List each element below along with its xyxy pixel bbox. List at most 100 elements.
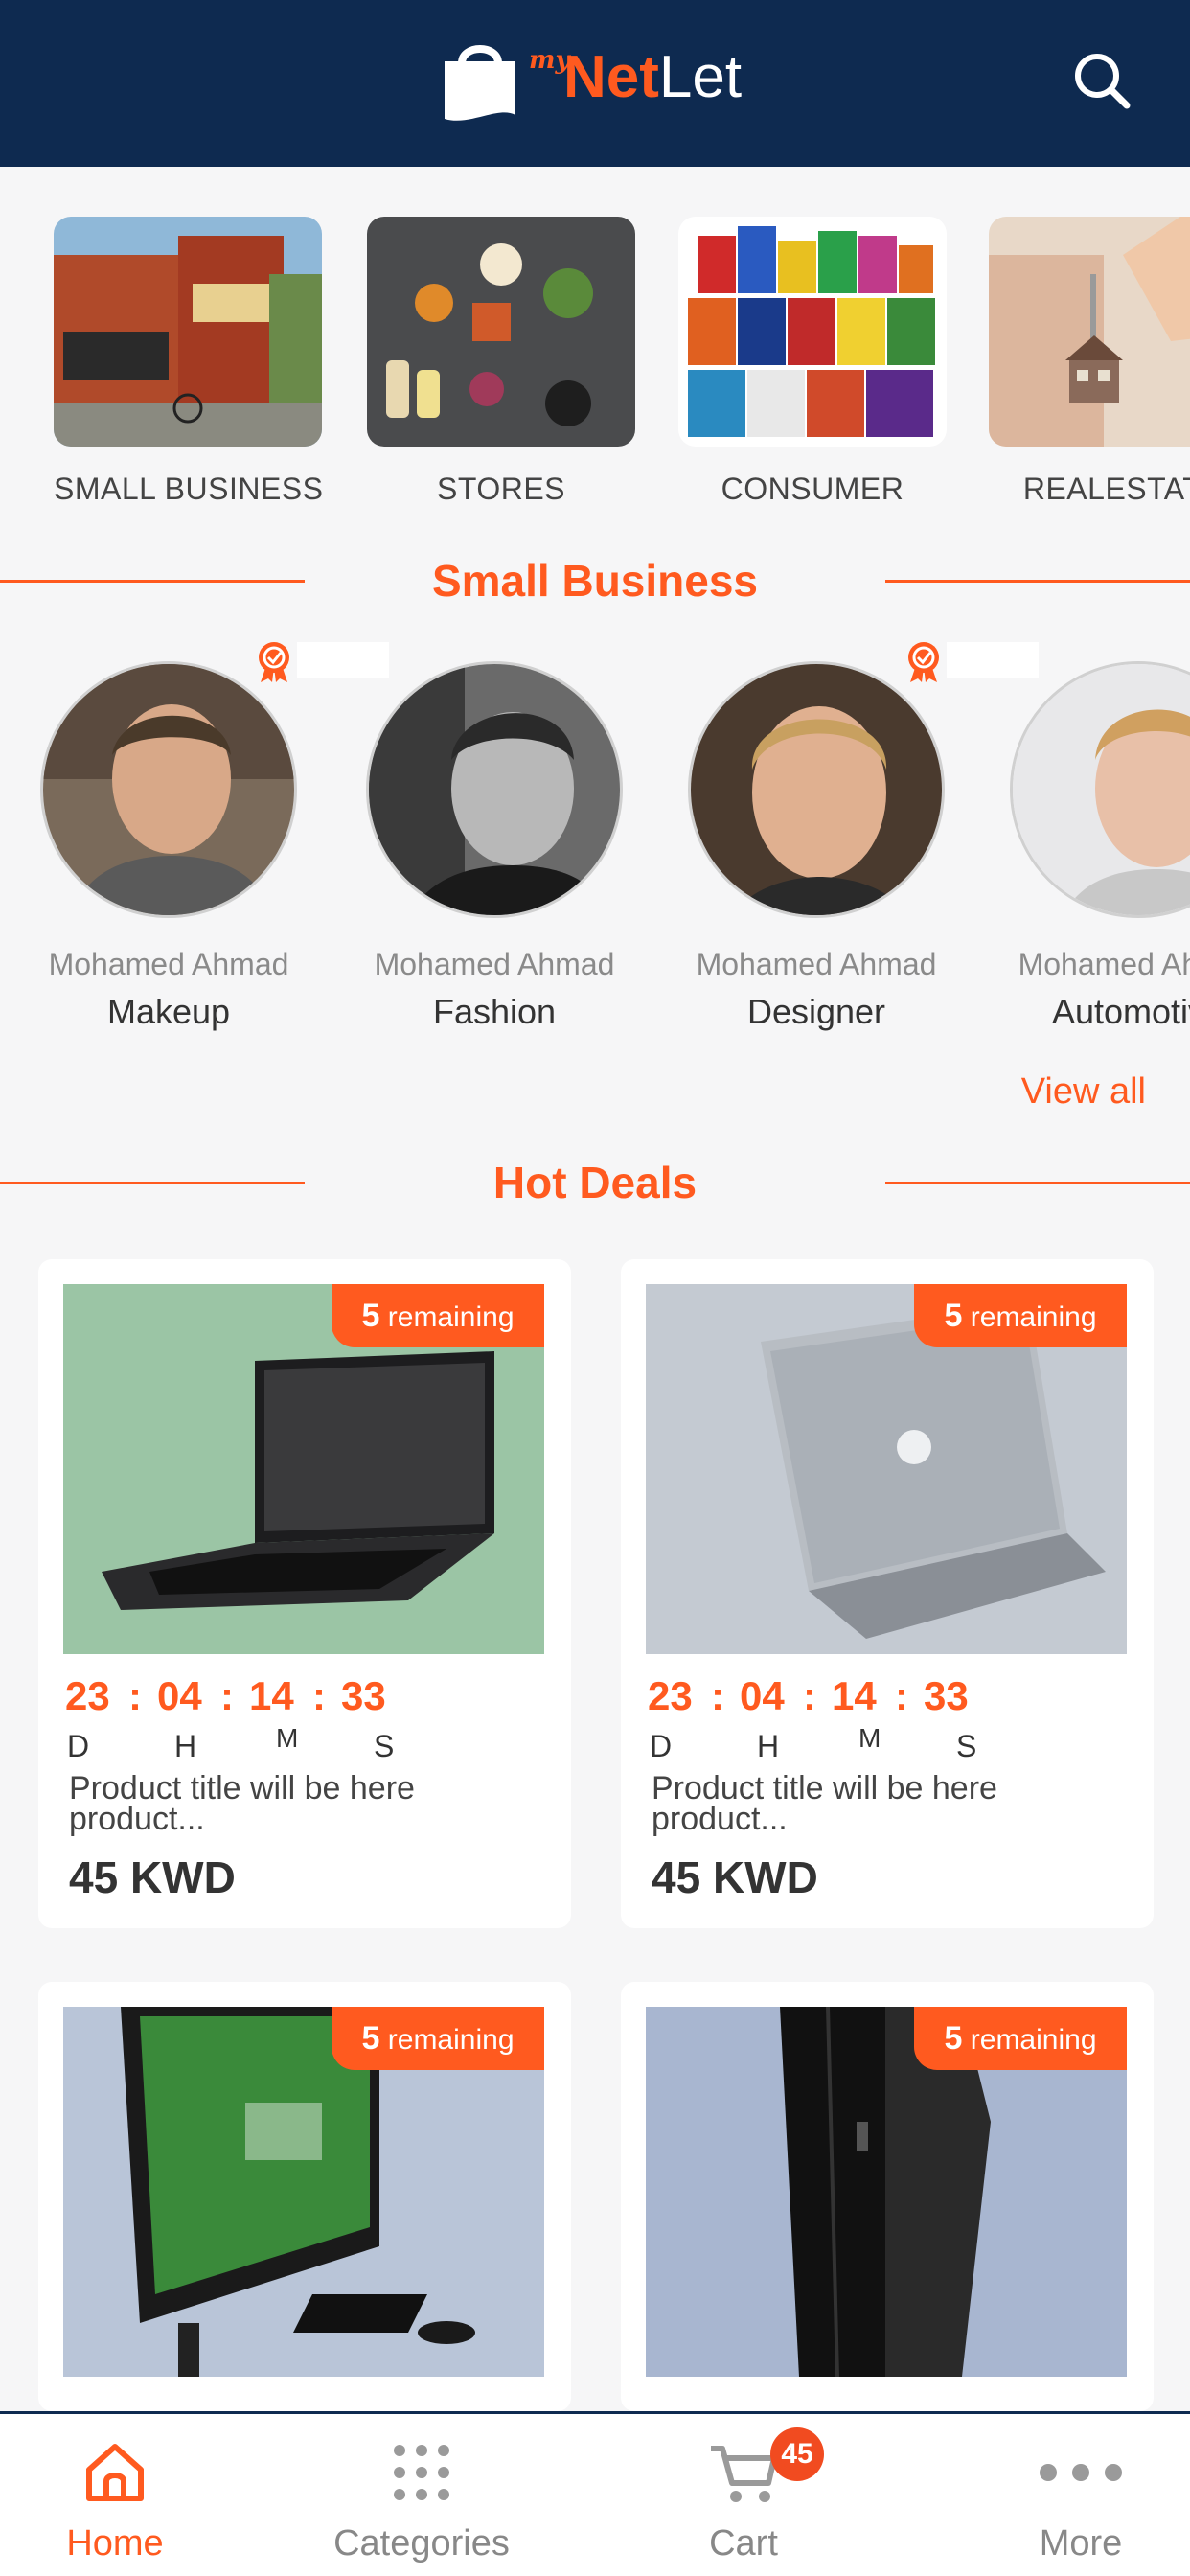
- small-business-title: Small Business: [431, 556, 759, 606]
- nav-categories[interactable]: Categories: [307, 2414, 537, 2576]
- remaining-label: remaining: [970, 2024, 1097, 2056]
- divider-line: [885, 1182, 1190, 1184]
- divider-line: [0, 580, 305, 583]
- view-all-link[interactable]: View all: [1021, 1071, 1146, 1113]
- business-category: Makeup: [106, 992, 231, 1031]
- netlet-logo: my NetLet: [441, 38, 767, 130]
- verified-ribbon-icon: [259, 642, 289, 682]
- cart-icon: [711, 2446, 777, 2502]
- category-carousel[interactable]: SMALL BUSINESS STORES CONSUMER REALESTA: [0, 217, 1190, 514]
- stores-thumbnail: [367, 217, 635, 447]
- remaining-badge: 5 remaining: [914, 2007, 1127, 2070]
- timer-days: 23: [648, 1673, 693, 1718]
- category-small-business[interactable]: SMALL BUSINESS: [54, 217, 324, 507]
- remaining-label: remaining: [387, 1301, 515, 1333]
- remaining-label: remaining: [387, 2024, 515, 2056]
- unit-seconds: S: [956, 1729, 977, 1763]
- deal-card[interactable]: 5 remaining: [621, 1982, 1154, 2411]
- logo-let: Let: [658, 44, 743, 110]
- remaining-badge: 5 remaining: [914, 1284, 1127, 1347]
- remaining-badge: 5 remaining: [332, 2007, 544, 2070]
- logo-wordmark: NetLet: [563, 48, 742, 107]
- timer-minutes: 14: [249, 1673, 294, 1718]
- small-business-section-header: Small Business: [0, 552, 1190, 610]
- category-label: SMALL BUSINESS: [54, 472, 324, 506]
- business-category: Designer: [746, 992, 886, 1031]
- shopping-bag-icon: [445, 45, 515, 121]
- unit-seconds: S: [374, 1729, 395, 1763]
- remaining-count: 5: [944, 1298, 963, 1334]
- business-profile-card[interactable]: Mohamed Ahmad Automotive: [995, 642, 1190, 1032]
- category-realestate[interactable]: REALESTATE: [989, 217, 1190, 507]
- avatar: [688, 661, 945, 918]
- deal-card[interactable]: 5 remaining 23:04:14:33 D H M S Product …: [38, 1259, 571, 1928]
- divider-line: [885, 580, 1190, 583]
- bottom-navigation: Home Categories 45 Cart More: [0, 2411, 1190, 2576]
- home-icon: [86, 2444, 144, 2501]
- business-profile-card[interactable]: Mohamed Ahmad Makeup: [25, 642, 389, 1032]
- business-owner-name: Mohamed Ahmad: [1018, 947, 1190, 981]
- avatar: [40, 661, 297, 918]
- remaining-count: 5: [361, 2020, 380, 2057]
- timer-seconds: 33: [924, 1673, 969, 1718]
- nav-cart-label: Cart: [709, 2523, 778, 2564]
- unit-hours: H: [174, 1729, 197, 1763]
- product-image: 5 remaining: [646, 1284, 1127, 1654]
- category-label: CONSUMER: [721, 472, 904, 506]
- verified-ribbon-icon: [908, 642, 939, 682]
- business-category: Automotive: [1051, 992, 1190, 1031]
- search-button[interactable]: [1071, 50, 1133, 111]
- business-profile-card[interactable]: Mohamed Ahmad Designer: [673, 642, 1039, 1032]
- category-stores[interactable]: STORES: [367, 217, 635, 507]
- timer-seconds: 33: [341, 1673, 386, 1718]
- product-image: 5 remaining: [63, 2007, 544, 2377]
- avatar: [1010, 661, 1190, 918]
- timer-days: 23: [65, 1673, 110, 1718]
- remaining-badge: 5 remaining: [332, 1284, 544, 1347]
- product-image: 5 remaining: [63, 1284, 544, 1654]
- avatar: [366, 661, 623, 918]
- cart-count-badge: 45: [770, 2427, 824, 2481]
- unit-days: D: [650, 1729, 673, 1763]
- timer-hours: 04: [740, 1673, 785, 1718]
- nav-more[interactable]: More: [966, 2414, 1190, 2576]
- nav-more-label: More: [1039, 2523, 1123, 2564]
- business-owner-name: Mohamed Ahmad: [48, 947, 289, 981]
- small-business-carousel[interactable]: Mohamed Ahmad Makeup Mohamed Ahmad Fashi…: [0, 642, 1190, 1045]
- nav-home-label: Home: [66, 2523, 164, 2564]
- realestate-thumbnail: [989, 217, 1190, 447]
- nav-cart[interactable]: 45 Cart: [629, 2414, 858, 2576]
- category-label: REALESTATE: [1022, 472, 1190, 506]
- category-label: STORES: [437, 472, 565, 506]
- nav-categories-label: Categories: [333, 2523, 510, 2564]
- app-header: my NetLet: [0, 0, 1190, 167]
- unit-minutes: M: [858, 1723, 881, 1753]
- countdown-timer: 23:04:14:33: [648, 1673, 972, 1719]
- consumer-thumbnail: [678, 217, 947, 447]
- business-profile-card[interactable]: Mohamed Ahmad Fashion: [351, 642, 638, 1032]
- remaining-count: 5: [944, 2020, 963, 2057]
- unit-minutes: M: [276, 1723, 299, 1753]
- unit-hours: H: [757, 1729, 780, 1763]
- business-owner-name: Mohamed Ahmad: [374, 947, 615, 981]
- business-owner-name: Mohamed Ahmad: [696, 947, 937, 981]
- unit-days: D: [67, 1729, 90, 1763]
- category-consumer[interactable]: CONSUMER: [678, 217, 947, 507]
- deal-card[interactable]: 5 remaining 23:04:14:33 D H M S Product …: [621, 1259, 1154, 1928]
- deal-card[interactable]: 5 remaining: [38, 1982, 571, 2411]
- product-image: 5 remaining: [646, 2007, 1127, 2377]
- product-title: Product title will be here product...: [652, 1770, 997, 1837]
- remaining-label: remaining: [970, 1301, 1097, 1333]
- countdown-timer: 23:04:14:33: [65, 1673, 389, 1719]
- product-price: 45 KWD: [69, 1852, 236, 1902]
- timer-minutes: 14: [832, 1673, 877, 1718]
- grid-dots-icon: [394, 2445, 449, 2500]
- business-category: Fashion: [432, 992, 557, 1031]
- remaining-count: 5: [361, 1298, 380, 1334]
- hot-deals-title: Hot Deals: [492, 1158, 698, 1208]
- search-icon: [1075, 54, 1131, 109]
- more-dots-icon: [1040, 2464, 1122, 2481]
- hot-deals-section-header: Hot Deals: [0, 1154, 1190, 1211]
- nav-home[interactable]: Home: [0, 2414, 230, 2576]
- small-business-thumbnail: [54, 217, 322, 447]
